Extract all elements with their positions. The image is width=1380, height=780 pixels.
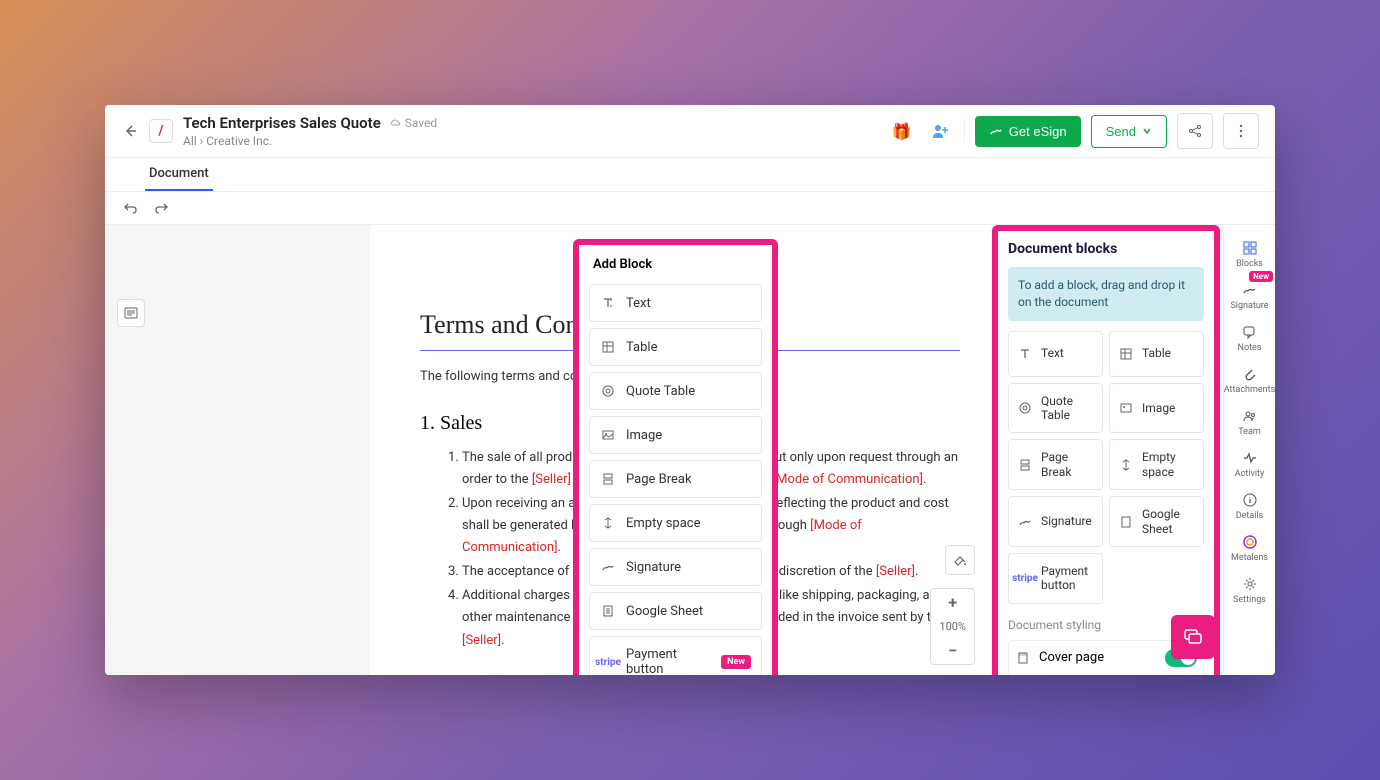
rail-activity[interactable]: Activity [1224, 443, 1275, 485]
rail-signature[interactable]: New Signature [1224, 275, 1275, 317]
tab-document[interactable]: Document [145, 158, 213, 191]
stripe-icon: stripe [600, 654, 616, 670]
outline-button[interactable] [117, 299, 145, 327]
popup-item-page-break[interactable]: Page Break [589, 460, 762, 498]
signature-icon [600, 559, 616, 575]
rail-blocks[interactable]: Blocks [1224, 233, 1275, 275]
rail-details[interactable]: Details [1224, 485, 1275, 527]
block-tile-image[interactable]: Image [1109, 383, 1204, 434]
table-icon [1118, 346, 1134, 362]
block-tile-empty-space[interactable]: Empty space [1109, 439, 1204, 490]
new-badge: New [1249, 271, 1273, 282]
redo-button[interactable] [151, 198, 171, 218]
share-button[interactable] [1177, 113, 1213, 149]
popup-item-google-sheet[interactable]: Google Sheet [589, 592, 762, 630]
popup-item-empty-space[interactable]: Empty space [589, 504, 762, 542]
page-break-icon [600, 471, 616, 487]
block-tile-table[interactable]: Table [1109, 331, 1204, 377]
metalens-icon [1241, 533, 1259, 551]
theme-button[interactable] [945, 545, 975, 575]
cover-page-icon [1015, 650, 1031, 666]
image-icon [1118, 400, 1134, 416]
block-tile-text[interactable]: Text [1008, 331, 1103, 377]
popup-item-signature[interactable]: Signature [589, 548, 762, 586]
rail-metalens[interactable]: Metalens [1224, 527, 1275, 569]
gift-icon[interactable]: 🎁 [888, 117, 916, 145]
zoom-level: 100% [931, 616, 974, 637]
block-tile-signature[interactable]: Signature [1008, 496, 1103, 547]
popup-item-quote-table[interactable]: Quote Table [589, 372, 762, 410]
stripe-icon: stripe [1017, 570, 1033, 586]
rail-team[interactable]: Team [1224, 401, 1275, 443]
empty-space-icon [1118, 457, 1134, 473]
text-icon [1017, 346, 1033, 362]
gear-icon [1241, 575, 1259, 593]
popup-item-text[interactable]: Text [589, 284, 762, 322]
saved-status: Saved [389, 116, 437, 130]
table-icon [600, 339, 616, 355]
get-esign-button[interactable]: Get eSign [975, 116, 1081, 147]
popup-title: Add Block [589, 255, 762, 274]
zoom-out-button[interactable]: − [940, 637, 965, 664]
signature-icon [1241, 281, 1259, 299]
app-logo: / [149, 119, 173, 143]
popup-item-image[interactable]: Image [589, 416, 762, 454]
undo-button[interactable] [121, 198, 141, 218]
more-menu-button[interactable] [1223, 113, 1259, 149]
zoom-controls: + 100% − [930, 588, 975, 665]
block-tile-quote-table[interactable]: Quote Table [1008, 383, 1103, 434]
block-tile-payment-button[interactable]: stripePayment button [1008, 553, 1103, 604]
quote-table-icon [600, 383, 616, 399]
toolbar [105, 192, 1275, 225]
google-sheet-icon [1118, 514, 1134, 530]
document-title[interactable]: Tech Enterprises Sales Quote [183, 114, 381, 132]
details-icon [1241, 491, 1259, 509]
send-button[interactable]: Send [1091, 115, 1167, 148]
side-panel-hint: To add a block, drag and drop it on the … [1008, 267, 1204, 321]
side-panel-title: Document blocks [1008, 241, 1204, 257]
app-header: / Tech Enterprises Sales Quote Saved All… [105, 105, 1275, 158]
back-button[interactable] [121, 122, 139, 140]
quote-table-icon [1017, 400, 1033, 416]
tabs-row: Document [105, 158, 1275, 192]
team-icon [1241, 407, 1259, 425]
breadcrumb[interactable]: All › Creative Inc. [183, 134, 878, 148]
attachments-icon [1241, 365, 1259, 383]
add-block-popup: Add Block Text Table Quote Table Image P… [573, 239, 778, 675]
blocks-icon [1241, 239, 1259, 257]
add-user-icon[interactable] [926, 117, 954, 145]
text-icon [600, 295, 616, 311]
block-tile-page-break[interactable]: Page Break [1008, 439, 1103, 490]
popup-item-table[interactable]: Table [589, 328, 762, 366]
google-sheet-icon [600, 603, 616, 619]
chat-fab[interactable] [1171, 615, 1215, 659]
popup-item-payment-button[interactable]: stripePayment buttonNew [589, 636, 762, 675]
new-badge: New [721, 655, 751, 669]
notes-icon [1241, 323, 1259, 341]
page-break-icon [1017, 457, 1033, 473]
zoom-in-button[interactable]: + [940, 589, 965, 616]
document-blocks-panel: Document blocks To add a block, drag and… [992, 225, 1220, 675]
rail-settings[interactable]: Settings [1224, 569, 1275, 611]
right-rail: Blocks New Signature Notes Attachments T… [1223, 225, 1275, 675]
block-tile-google-sheet[interactable]: Google Sheet [1109, 496, 1204, 547]
rail-notes[interactable]: Notes [1224, 317, 1275, 359]
activity-icon [1241, 449, 1259, 467]
signature-icon [1017, 514, 1033, 530]
empty-space-icon [600, 515, 616, 531]
image-icon [600, 427, 616, 443]
rail-attachments[interactable]: Attachments [1224, 359, 1275, 401]
